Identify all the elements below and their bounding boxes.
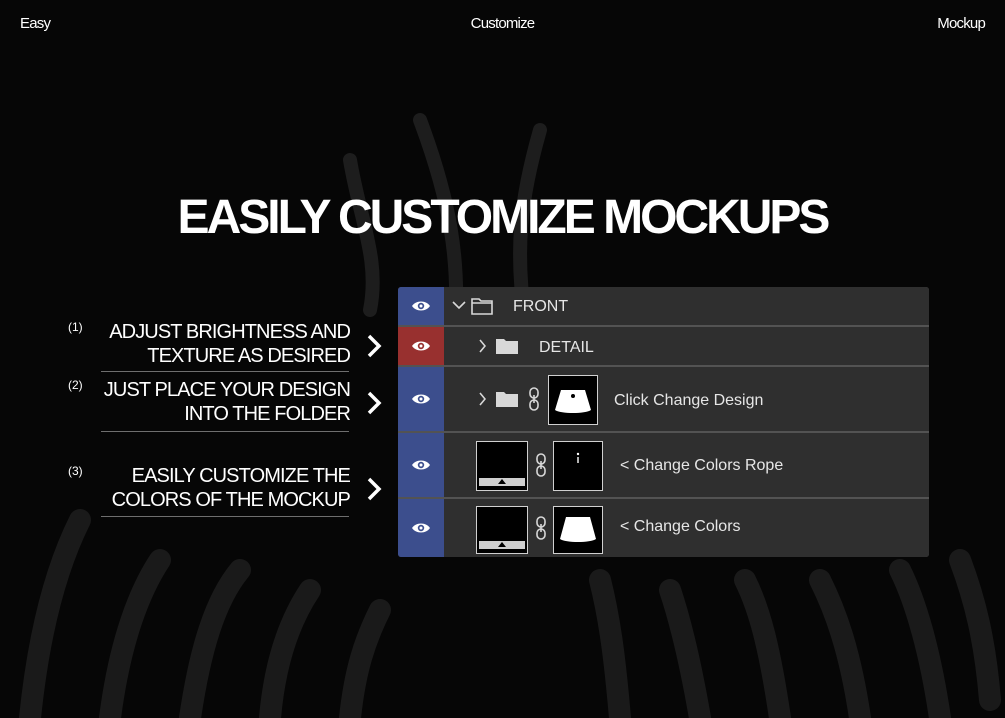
step-text: EASILY CUSTOMIZE THE COLORS OF THE MOCKU… [111, 464, 351, 512]
step-text: ADJUST BRIGHTNESS AND TEXTURE AS DESIRED [109, 320, 351, 368]
chevron-right-icon [367, 391, 382, 415]
step-line-2: INTO THE FOLDER [184, 403, 351, 425]
step-number: (3) [68, 464, 83, 478]
step-number: (2) [68, 378, 83, 392]
eye-icon [412, 523, 430, 533]
eye-icon [412, 341, 430, 351]
layer-name: < Change Colors [620, 518, 741, 535]
step-number: (1) [68, 320, 83, 334]
step-divider [101, 371, 349, 372]
mask-thumbnail[interactable] [553, 506, 603, 554]
step-3: (3) EASILY CUSTOMIZE THE COLORS OF THE M… [68, 464, 351, 516]
visibility-toggle[interactable] [398, 499, 444, 557]
nav-customize-link[interactable]: Customize [0, 15, 1005, 32]
link-icon[interactable] [534, 453, 548, 477]
adjustment-thumbnail-icon [479, 541, 525, 549]
eye-icon [412, 301, 430, 311]
link-icon[interactable] [527, 387, 541, 411]
layer-thumbnail[interactable] [476, 441, 528, 491]
chevron-right-icon[interactable] [478, 339, 486, 353]
layer-row-change-colors-rope[interactable]: < Change Colors Rope [398, 433, 929, 497]
visibility-toggle[interactable] [398, 327, 444, 365]
step-text: JUST PLACE YOUR DESIGN INTO THE FOLDER [103, 378, 351, 426]
mask-thumbnail[interactable] [548, 375, 598, 425]
visibility-toggle[interactable] [398, 367, 444, 431]
step-1: (1) ADJUST BRIGHTNESS AND TEXTURE AS DES… [68, 320, 351, 372]
step-line-1: EASILY CUSTOMIZE THE [131, 465, 351, 487]
eye-icon [412, 460, 430, 470]
nav-mockup-link[interactable]: Mockup [937, 15, 986, 32]
folder-icon [471, 298, 493, 315]
adjustment-thumbnail-icon [479, 478, 525, 486]
skirt-mask-icon [560, 517, 596, 542]
layer-name: < Change Colors Rope [620, 457, 784, 474]
layer-name: FRONT [513, 298, 569, 315]
chevron-right-icon [367, 477, 382, 501]
page-headline: EASILY CUSTOMIZE MOCKUPS [177, 191, 831, 244]
step-line-1: ADJUST BRIGHTNESS AND [109, 321, 351, 343]
rope-mask-icon [576, 452, 580, 463]
folder-icon [496, 392, 518, 407]
visibility-toggle[interactable] [398, 433, 444, 497]
layer-row-change-design[interactable]: Click Change Design [398, 367, 929, 431]
layer-row-change-colors[interactable]: < Change Colors [398, 499, 929, 557]
layer-row-detail[interactable]: DETAIL [398, 327, 929, 365]
layer-row-front[interactable]: FRONT [398, 287, 929, 325]
chevron-down-icon[interactable] [452, 300, 466, 310]
layer-name: Click Change Design [614, 392, 764, 409]
step-2: (2) JUST PLACE YOUR DESIGN INTO THE FOLD… [68, 378, 351, 430]
step-divider [101, 431, 349, 432]
step-line-2: COLORS OF THE MOCKUP [111, 489, 351, 511]
link-icon[interactable] [534, 516, 548, 540]
step-divider [101, 516, 349, 517]
layer-thumbnail[interactable] [476, 506, 528, 554]
skirt-mask-icon [555, 390, 591, 413]
layer-name: DETAIL [539, 339, 594, 356]
layers-panel: FRONT DETAIL Click Change Design < Chang… [398, 287, 929, 557]
chevron-right-icon [367, 334, 382, 358]
chevron-right-icon[interactable] [478, 392, 486, 406]
visibility-toggle[interactable] [398, 287, 444, 325]
mask-thumbnail[interactable] [553, 441, 603, 491]
folder-icon [496, 339, 518, 354]
step-line-1: JUST PLACE YOUR DESIGN [103, 379, 351, 401]
step-line-2: TEXTURE AS DESIRED [147, 345, 351, 367]
eye-icon [412, 394, 430, 404]
